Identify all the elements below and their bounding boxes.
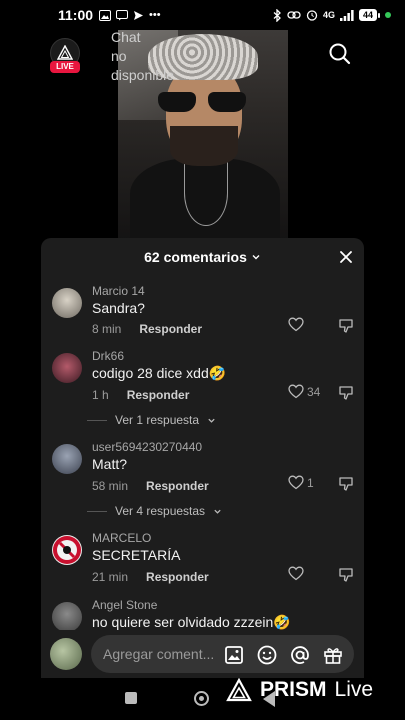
like-button[interactable]: 34: [288, 384, 320, 399]
no-symbol-icon: [53, 536, 81, 564]
comment-text: Matt?: [92, 456, 128, 472]
comment-text: Sandra?: [92, 300, 145, 316]
chevron-down-icon: [214, 509, 221, 514]
search-button[interactable]: [326, 40, 354, 68]
dislike-button[interactable]: [338, 476, 354, 492]
network-type: 4G: [322, 10, 335, 20]
dislike-button[interactable]: [338, 318, 354, 334]
signal-icon: [339, 9, 354, 21]
status-time: 11:00: [58, 7, 94, 23]
send-icon: [134, 10, 144, 20]
like-button[interactable]: 1: [288, 475, 314, 490]
avatar[interactable]: [52, 288, 82, 318]
comments-header[interactable]: 62 comentarios: [41, 238, 364, 276]
gallery-icon: [99, 9, 112, 21]
like-count: 34: [307, 384, 321, 399]
watermark-suffix: Live: [334, 678, 374, 701]
comment-input[interactable]: [103, 646, 213, 662]
comment-username[interactable]: Marcio 14: [92, 284, 145, 298]
heart-icon: [288, 384, 304, 399]
chevron-down-icon: [252, 255, 260, 260]
status-notification-icons: •••: [99, 9, 161, 21]
comment-username[interactable]: Drk66: [92, 349, 124, 363]
privacy-indicator-icon: [385, 12, 391, 18]
gift-button[interactable]: [322, 644, 344, 666]
status-system-icons: 4G 44: [273, 8, 391, 22]
like-button[interactable]: [288, 566, 304, 581]
bluetooth-icon: [273, 8, 281, 22]
comments-count-title: 62 comentarios: [144, 249, 247, 265]
prism-live-watermark: PRISM Live: [226, 676, 373, 704]
home-button[interactable]: [194, 691, 209, 706]
prism-logo-icon: [226, 678, 252, 702]
comment-text: no quiere ser olvidado zzzein🤣: [92, 614, 291, 630]
status-bar: 11:00 ••• 4G 44: [0, 0, 405, 30]
reply-button[interactable]: Responder: [146, 570, 209, 584]
comment-time: 58 min: [92, 479, 129, 493]
dislike-button[interactable]: [338, 567, 354, 583]
comment-time: 8 min: [92, 322, 122, 336]
emoji-icon: [257, 645, 277, 665]
recents-button[interactable]: [125, 692, 137, 704]
thumbs-down-icon: [339, 477, 353, 491]
comment-input-container[interactable]: [91, 635, 354, 673]
more-notifications-icon: •••: [149, 9, 161, 21]
watermark-brand: PRISM: [260, 678, 327, 701]
avatar[interactable]: [52, 444, 82, 474]
avatar[interactable]: [50, 638, 82, 670]
view-replies-button[interactable]: Ver 4 respuestas: [87, 504, 222, 518]
close-button[interactable]: [338, 249, 354, 265]
reply-button[interactable]: Responder: [139, 322, 202, 336]
dislike-button[interactable]: [338, 385, 354, 401]
reply-button[interactable]: Responder: [146, 479, 209, 493]
emoji-button[interactable]: [256, 644, 278, 666]
comment-username[interactable]: MARCELO: [92, 531, 151, 545]
close-icon: [340, 251, 352, 263]
avatar[interactable]: [52, 535, 82, 565]
image-button[interactable]: [223, 644, 245, 666]
comment-text: codigo 28 dice xdd🤣: [92, 365, 227, 381]
reply-button[interactable]: Responder: [127, 388, 190, 402]
avatar[interactable]: [52, 353, 82, 383]
battery-level: 44: [358, 9, 377, 21]
comment-username[interactable]: Angel Stone: [92, 598, 157, 612]
view-replies-label: Ver 4 respuestas: [115, 504, 206, 518]
link-icon: [287, 11, 301, 19]
thumbs-down-icon: [339, 319, 353, 333]
heart-icon: [288, 317, 304, 332]
prism-logo-icon: [57, 45, 73, 60]
chat-unavailable-label: Chat no disponible: [111, 29, 175, 83]
at-sign-icon: [291, 646, 309, 664]
thumbs-down-icon: [339, 386, 353, 400]
mention-button[interactable]: [289, 644, 311, 666]
view-replies-button[interactable]: Ver 1 respuesta: [87, 413, 216, 427]
view-replies-label: Ver 1 respuesta: [115, 413, 200, 427]
comments-panel: 62 comentarios Marcio 14 Sandra? 8 min R…: [41, 238, 364, 678]
comment-time: 21 min: [92, 570, 129, 584]
live-badge: LIVE: [50, 61, 80, 73]
heart-icon: [288, 566, 304, 581]
search-icon: [329, 43, 351, 65]
image-icon: [225, 646, 243, 664]
battery-icon: 44: [358, 9, 380, 21]
like-count: 1: [307, 475, 314, 490]
like-button[interactable]: [288, 317, 304, 332]
chevron-down-icon: [208, 418, 215, 423]
thumbs-down-icon: [339, 568, 353, 582]
message-icon: [116, 9, 129, 20]
alarm-icon: [306, 10, 318, 21]
comment-time: 1 h: [92, 388, 109, 402]
gift-icon: [324, 648, 342, 664]
comment-username[interactable]: user5694230270440: [92, 440, 202, 454]
heart-icon: [288, 475, 304, 490]
avatar[interactable]: [52, 602, 82, 632]
comment-text: SECRETARÍA: [92, 547, 181, 563]
